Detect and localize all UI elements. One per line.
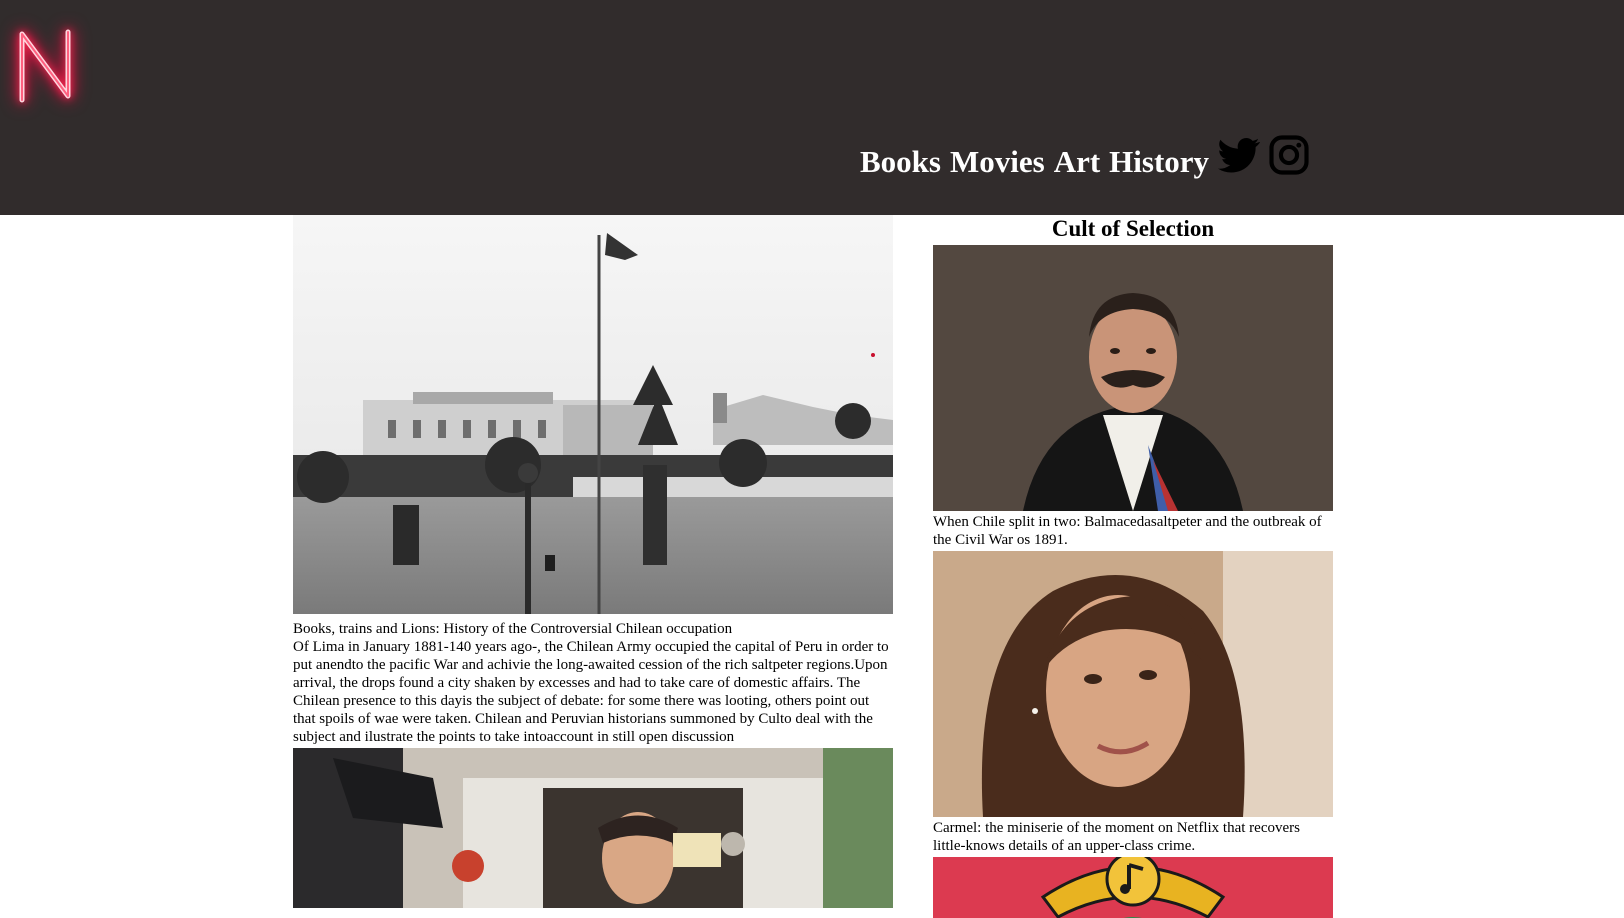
lima-plaza-photo[interactable] xyxy=(293,215,893,614)
site-header: Books Movies Art History xyxy=(0,0,1624,215)
nav-art[interactable]: Art xyxy=(1054,134,1100,190)
carmel-portrait[interactable] xyxy=(933,551,1333,817)
article-body: Of Lima in January 1881-140 years ago-, … xyxy=(293,639,889,745)
main-column: Books, trains and Lions: History of the … xyxy=(293,215,893,908)
main-nav: Books Movies Art History xyxy=(860,134,1310,190)
market-photo[interactable] xyxy=(293,748,893,908)
logo-icon xyxy=(19,29,71,103)
article-summary: Books, trains and Lions: History of the … xyxy=(293,620,893,746)
nav-books[interactable]: Books xyxy=(860,134,941,190)
twitter-icon[interactable] xyxy=(1218,134,1261,176)
nav-movies[interactable]: Movies xyxy=(950,134,1045,190)
social-links xyxy=(1218,134,1310,176)
nav-history[interactable]: History xyxy=(1109,134,1209,190)
music-banner-image[interactable] xyxy=(933,857,1333,918)
article-title[interactable]: Books, trains and Lions: History of the … xyxy=(293,620,893,638)
balmaceda-portrait[interactable] xyxy=(933,245,1333,511)
sidebar-caption-2[interactable]: Carmel: the miniserie of the moment on N… xyxy=(933,819,1333,855)
sidebar-heading: Cult of Selection xyxy=(1051,216,1215,241)
sidebar: Cult of Selection When Chile split in tw… xyxy=(933,215,1333,918)
instagram-icon[interactable] xyxy=(1268,134,1310,176)
neon-n-logo[interactable] xyxy=(14,26,76,106)
sidebar-caption-1[interactable]: When Chile split in two: Balmacedasaltpe… xyxy=(933,513,1333,549)
